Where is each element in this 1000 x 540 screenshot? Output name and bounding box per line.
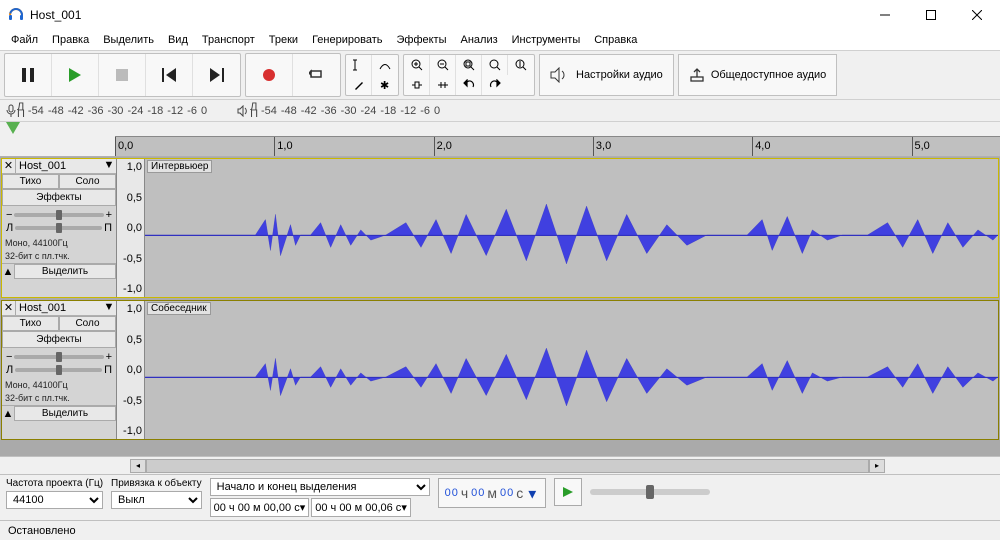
speaker-icon bbox=[550, 67, 570, 83]
playhead-pin-icon[interactable] bbox=[6, 122, 20, 134]
skip-end-button[interactable] bbox=[193, 54, 240, 96]
menu-view[interactable]: Вид bbox=[161, 32, 195, 48]
fit-selection-button[interactable] bbox=[456, 55, 482, 75]
toolbar-main: ✱ Настройки аудио Общедоступное аудио bbox=[0, 50, 1000, 100]
menu-generate[interactable]: Генерировать bbox=[305, 32, 389, 48]
collapse-icon[interactable]: ▲ bbox=[2, 266, 14, 278]
scroll-left-button[interactable]: ◂ bbox=[130, 459, 146, 473]
meters-bar: ЛП -54-48-42-36-30-24-18-12-60 ЛП -54-48… bbox=[0, 100, 1000, 122]
menu-transport[interactable]: Транспорт bbox=[195, 32, 262, 48]
playback-speed-slider[interactable] bbox=[590, 489, 710, 495]
undo-button[interactable] bbox=[456, 75, 482, 95]
envelope-tool-button[interactable] bbox=[372, 55, 398, 75]
clip-label[interactable]: Интервьюер bbox=[147, 160, 212, 173]
vertical-scale: 1,00,50,0-0,5-1,0 bbox=[117, 159, 145, 297]
speaker-small-icon bbox=[237, 105, 249, 117]
play-button[interactable] bbox=[52, 54, 99, 96]
solo-button[interactable]: Соло bbox=[59, 174, 116, 189]
menu-select[interactable]: Выделить bbox=[96, 32, 161, 48]
menu-edit[interactable]: Правка bbox=[45, 32, 96, 48]
share-audio-button[interactable]: Общедоступное аудио bbox=[678, 54, 838, 96]
play-at-speed-button[interactable] bbox=[554, 478, 582, 506]
pan-slider[interactable] bbox=[15, 368, 102, 372]
track-panel: ✕Host_001▼ ТихоСоло Эффекты −+ ЛП Моно, … bbox=[2, 301, 117, 439]
window-title: Host_001 bbox=[30, 8, 862, 22]
menubar: Файл Правка Выделить Вид Транспорт Треки… bbox=[0, 30, 1000, 50]
redo-button[interactable] bbox=[482, 75, 508, 95]
solo-button[interactable]: Соло bbox=[59, 316, 116, 331]
gain-slider[interactable] bbox=[14, 213, 103, 217]
scroll-right-button[interactable]: ▸ bbox=[869, 459, 885, 473]
rate-label: Частота проекта (Гц) bbox=[6, 478, 103, 489]
selection-toolbar: Частота проекта (Гц) 44100 Привязка к об… bbox=[0, 474, 1000, 520]
selection-end-time[interactable]: 00 ч 00 м 00,06 с▾ bbox=[311, 498, 411, 517]
close-button[interactable] bbox=[954, 0, 1000, 30]
mute-button[interactable]: Тихо bbox=[2, 174, 59, 189]
gain-slider[interactable] bbox=[14, 355, 103, 359]
track-close-button[interactable]: ✕ bbox=[2, 301, 16, 315]
collapse-icon[interactable]: ▲ bbox=[2, 408, 14, 420]
pan-slider[interactable] bbox=[15, 226, 102, 230]
track-row: ✕Host_001▼ ТихоСоло Эффекты −+ ЛП Моно, … bbox=[1, 158, 999, 298]
track-menu-button[interactable]: ▼ bbox=[102, 301, 116, 315]
minimize-button[interactable] bbox=[862, 0, 908, 30]
snap-select[interactable]: Выкл bbox=[111, 491, 202, 509]
loop-button[interactable] bbox=[293, 54, 340, 96]
app-icon bbox=[8, 7, 24, 23]
track-menu-button[interactable]: ▼ bbox=[102, 159, 116, 173]
track-panel: ✕Host_001▼ ТихоСоло Эффекты −+ ЛП Моно, … bbox=[2, 159, 117, 297]
horizontal-scrollbar[interactable]: ◂ ▸ bbox=[0, 456, 1000, 474]
draw-tool-button[interactable] bbox=[346, 75, 372, 95]
menu-tools[interactable]: Инструменты bbox=[505, 32, 588, 48]
select-track-button[interactable]: Выделить bbox=[14, 264, 116, 279]
menu-file[interactable]: Файл bbox=[4, 32, 45, 48]
statusbar: Остановлено bbox=[0, 520, 1000, 540]
pause-button[interactable] bbox=[5, 54, 52, 96]
stop-button[interactable] bbox=[99, 54, 146, 96]
time-ruler[interactable]: 0,0 1,0 2,0 3,0 4,0 5,0 bbox=[115, 136, 1000, 156]
maximize-button[interactable] bbox=[908, 0, 954, 30]
status-text: Остановлено bbox=[8, 525, 76, 537]
project-rate-select[interactable]: 44100 bbox=[6, 491, 103, 509]
share-icon bbox=[689, 67, 705, 83]
menu-effects[interactable]: Эффекты bbox=[389, 32, 453, 48]
record-button[interactable] bbox=[246, 54, 293, 96]
trim-button[interactable] bbox=[404, 75, 430, 95]
clip-label[interactable]: Собеседник bbox=[147, 302, 211, 315]
record-meter[interactable]: ЛП -54-48-42-36-30-24-18-12-60 bbox=[6, 104, 209, 118]
menu-analyze[interactable]: Анализ bbox=[454, 32, 505, 48]
silence-button[interactable] bbox=[430, 75, 456, 95]
svg-text:✱: ✱ bbox=[380, 80, 389, 91]
selection-mode-select[interactable]: Начало и конец выделения bbox=[210, 478, 430, 496]
menu-help[interactable]: Справка bbox=[587, 32, 644, 48]
timeline[interactable]: 0,0 1,0 2,0 3,0 4,0 5,0 bbox=[0, 122, 1000, 157]
track-row: ✕Host_001▼ ТихоСоло Эффекты −+ ЛП Моно, … bbox=[1, 300, 999, 440]
zoom-in-button[interactable] bbox=[404, 55, 430, 75]
zoom-out-button[interactable] bbox=[430, 55, 456, 75]
audio-setup-button[interactable]: Настройки аудио bbox=[539, 54, 674, 96]
vertical-scale: 1,00,50,0-0,5-1,0 bbox=[117, 301, 145, 439]
audio-position[interactable]: 00ч 00м 00с▾ bbox=[438, 478, 547, 508]
effects-button[interactable]: Эффекты bbox=[2, 189, 116, 206]
playback-meter[interactable]: ЛП -54-48-42-36-30-24-18-12-60 bbox=[237, 104, 442, 118]
track-close-button[interactable]: ✕ bbox=[2, 159, 16, 173]
mute-button[interactable]: Тихо bbox=[2, 316, 59, 331]
titlebar: Host_001 bbox=[0, 0, 1000, 30]
zoom-toggle-button[interactable] bbox=[508, 55, 534, 75]
waveform-area[interactable]: Интервьюер bbox=[145, 159, 998, 297]
snap-label: Привязка к объекту bbox=[111, 478, 202, 489]
selection-tool-button[interactable] bbox=[346, 55, 372, 75]
menu-tracks[interactable]: Треки bbox=[262, 32, 305, 48]
waveform-area[interactable]: Собеседник bbox=[145, 301, 998, 439]
selection-start-time[interactable]: 00 ч 00 м 00,00 с▾ bbox=[210, 498, 310, 517]
fit-project-button[interactable] bbox=[482, 55, 508, 75]
mic-icon bbox=[6, 104, 16, 118]
effects-button[interactable]: Эффекты bbox=[2, 331, 116, 348]
skip-start-button[interactable] bbox=[146, 54, 193, 96]
tracks-area: ✕Host_001▼ ТихоСоло Эффекты −+ ЛП Моно, … bbox=[0, 157, 1000, 456]
select-track-button[interactable]: Выделить bbox=[14, 406, 116, 421]
multi-tool-button[interactable]: ✱ bbox=[372, 75, 398, 95]
